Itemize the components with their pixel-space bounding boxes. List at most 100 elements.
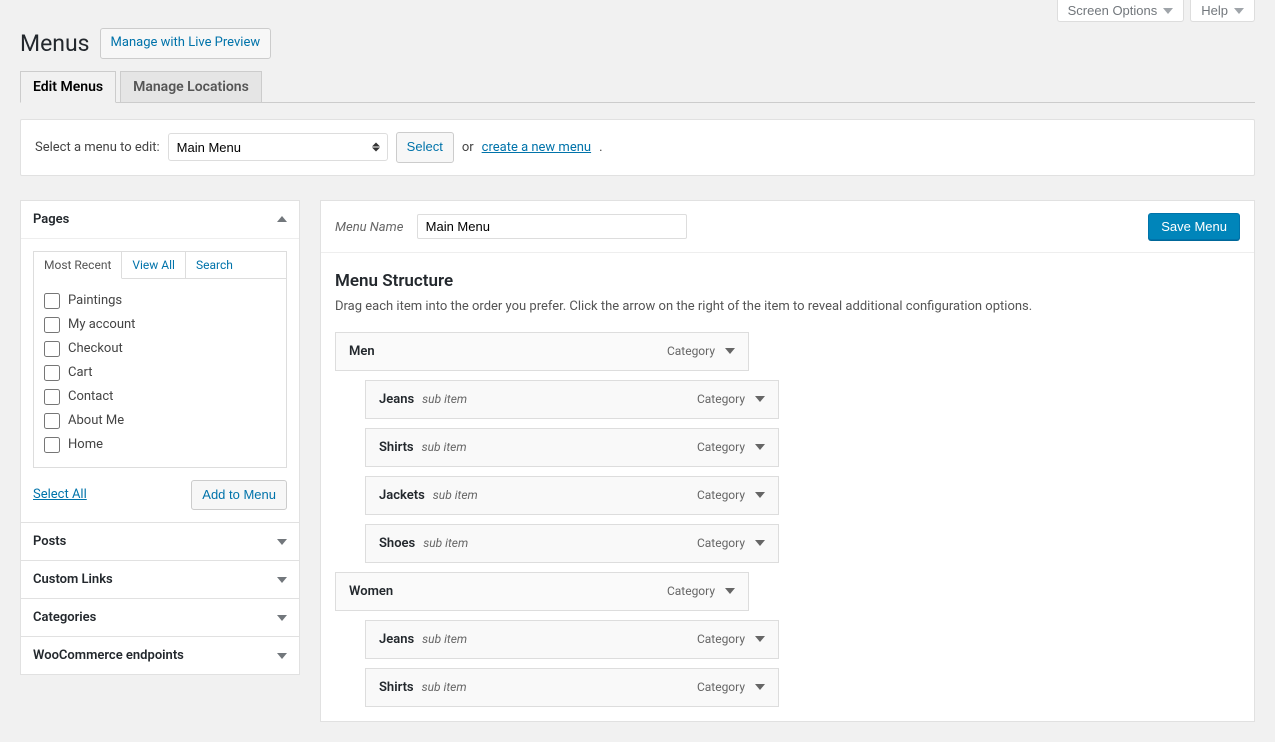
page-item-checkbox[interactable] — [44, 341, 60, 357]
page-item-checkbox[interactable] — [44, 317, 60, 333]
woocommerce-metabox: WooCommerce endpoints — [20, 636, 300, 675]
pages-metabox-toggle[interactable]: Pages — [21, 201, 299, 239]
tab-view-all[interactable]: View All — [122, 252, 186, 278]
menu-structure-desc: Drag each item into the order you prefer… — [335, 299, 1240, 314]
chevron-down-icon[interactable] — [725, 588, 735, 594]
page-item-label: My account — [68, 317, 135, 332]
chevron-down-icon[interactable] — [755, 540, 765, 546]
page-item-label: Home — [68, 437, 103, 452]
chevron-down-icon[interactable] — [755, 396, 765, 402]
page-item-checkbox[interactable] — [44, 365, 60, 381]
chevron-down-icon — [1163, 8, 1173, 14]
select-menu-label: Select a menu to edit: — [35, 140, 160, 155]
menu-editor: Menu Name Save Menu Menu Structure Drag … — [320, 200, 1255, 722]
page-item[interactable]: Cart — [44, 361, 276, 385]
add-to-menu-button[interactable]: Add to Menu — [191, 480, 287, 511]
screen-options-label: Screen Options — [1068, 3, 1158, 18]
page-item-label: Cart — [68, 365, 93, 380]
menu-item[interactable]: Men Category — [335, 332, 749, 371]
tab-most-recent[interactable]: Most Recent — [34, 252, 122, 279]
page-item[interactable]: About Me — [44, 409, 276, 433]
select-menu-row: Select a menu to edit: Main Menu Select … — [20, 119, 1255, 176]
menu-item[interactable]: Jackets sub item Category — [365, 476, 779, 515]
menu-items-container: Men Category Jeans sub item Category Shirts su… — [335, 332, 1240, 707]
menu-item[interactable]: WomenCategory — [335, 572, 749, 611]
tab-search[interactable]: Search — [186, 252, 243, 278]
page-title: Menus — [20, 30, 90, 57]
help-button[interactable]: Help — [1190, 0, 1255, 22]
posts-metabox-toggle[interactable]: Posts — [21, 523, 299, 560]
chevron-down-icon — [1234, 8, 1244, 14]
chevron-down-icon[interactable] — [725, 348, 735, 354]
menu-item-type: Category — [697, 632, 745, 646]
menu-item-title: Jackets — [379, 488, 425, 503]
save-menu-button[interactable]: Save Menu — [1148, 213, 1240, 240]
page-item-label: Contact — [68, 389, 113, 404]
menu-name-input[interactable] — [417, 214, 687, 239]
page-item[interactable]: Contact — [44, 385, 276, 409]
page-item[interactable]: Home — [44, 433, 276, 457]
categories-metabox-toggle[interactable]: Categories — [21, 599, 299, 636]
custom-links-metabox-toggle[interactable]: Custom Links — [21, 561, 299, 598]
menu-item[interactable]: Shirts sub item Category — [365, 668, 779, 707]
page-item-label: Checkout — [68, 341, 123, 356]
page-item-checkbox[interactable] — [44, 413, 60, 429]
tab-edit-menus[interactable]: Edit Menus — [20, 71, 116, 103]
menu-item-type: Category — [697, 392, 745, 406]
page-item[interactable]: My account — [44, 313, 276, 337]
page-item-checkbox[interactable] — [44, 389, 60, 405]
page-item-checkbox[interactable] — [44, 293, 60, 309]
nav-tabs: Edit Menus Manage Locations — [20, 71, 1255, 103]
pages-check-list: Paintings My account Checkout Cart Contact Ab… — [33, 279, 287, 468]
custom-links-metabox: Custom Links — [20, 560, 300, 599]
or-text: or — [462, 140, 474, 155]
sub-item-label: sub item — [422, 440, 467, 454]
menu-name-label: Menu Name — [335, 220, 403, 235]
chevron-down-icon — [277, 539, 287, 545]
help-label: Help — [1201, 3, 1228, 18]
menu-editor-header: Menu Name Save Menu — [321, 201, 1254, 253]
page-item[interactable]: Paintings — [44, 289, 276, 313]
page-item-checkbox[interactable] — [44, 437, 60, 453]
tab-manage-locations[interactable]: Manage Locations — [120, 71, 262, 103]
menu-item-title: Women — [349, 584, 393, 599]
live-preview-button[interactable]: Manage with Live Preview — [100, 28, 272, 59]
page-item[interactable]: Checkout — [44, 337, 276, 361]
categories-metabox: Categories — [20, 598, 300, 637]
menu-item-title: Shirts — [379, 680, 414, 695]
menu-item-title: Jeans — [379, 632, 414, 647]
menu-item-type: Category — [697, 680, 745, 694]
chevron-down-icon[interactable] — [755, 684, 765, 690]
chevron-down-icon[interactable] — [755, 444, 765, 450]
woocommerce-metabox-toggle[interactable]: WooCommerce endpoints — [21, 637, 299, 674]
create-menu-link[interactable]: create a new menu — [482, 140, 591, 155]
menu-item[interactable]: Jeanssub itemCategory — [365, 620, 779, 659]
chevron-down-icon — [277, 615, 287, 621]
menu-item-type: Category — [697, 488, 745, 502]
sub-item-label: sub item — [423, 536, 468, 550]
menu-item-title: Shoes — [379, 536, 415, 551]
menu-item[interactable]: Shirtssub itemCategory — [365, 428, 779, 467]
menu-item[interactable]: Jeans sub item Category — [365, 380, 779, 419]
select-all-link[interactable]: Select All — [33, 487, 87, 502]
chevron-down-icon — [277, 653, 287, 659]
menu-item-type: Category — [697, 536, 745, 550]
pages-inner-tabs: Most Recent View All Search — [33, 251, 287, 279]
sub-item-label: sub item — [433, 488, 478, 502]
page-title-row: Menus Manage with Live Preview — [20, 28, 1255, 59]
menu-item[interactable]: Shoes sub item Category — [365, 524, 779, 563]
menu-select[interactable]: Main Menu — [168, 133, 388, 161]
add-items-column: Pages Most Recent View All Search Painti… — [20, 200, 300, 676]
menu-item-title: Jeans — [379, 392, 414, 407]
menu-item-title: Men — [349, 344, 375, 359]
menu-item-type: Category — [667, 344, 715, 358]
chevron-down-icon — [277, 577, 287, 583]
menu-structure-heading: Menu Structure — [335, 271, 1240, 291]
chevron-down-icon[interactable] — [755, 492, 765, 498]
sub-item-label: sub item — [422, 392, 467, 406]
chevron-down-icon[interactable] — [755, 636, 765, 642]
sub-item-label: sub item — [422, 680, 467, 694]
screen-options-button[interactable]: Screen Options — [1057, 0, 1185, 22]
posts-metabox: Posts — [20, 522, 300, 561]
select-button[interactable]: Select — [396, 132, 454, 163]
